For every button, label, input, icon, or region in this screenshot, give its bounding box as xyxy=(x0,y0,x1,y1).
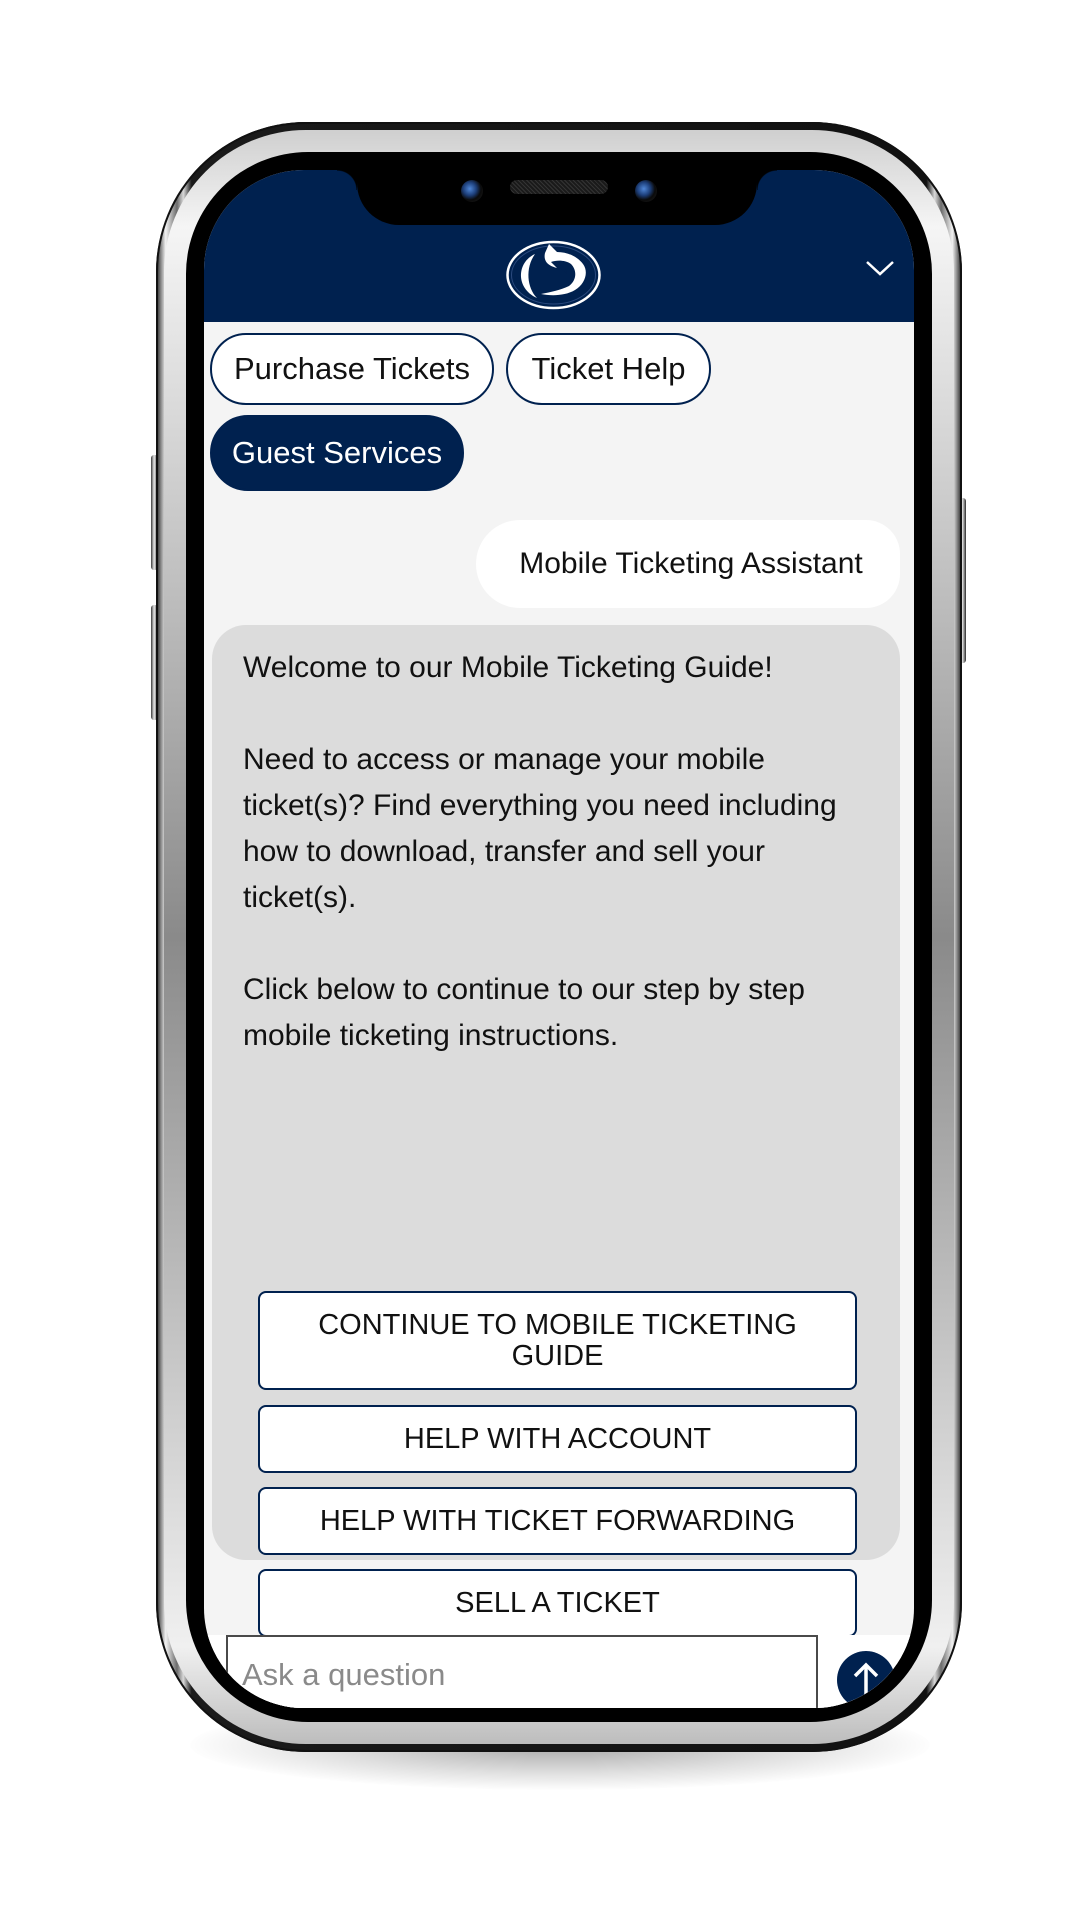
chip-ticket-help[interactable]: Ticket Help xyxy=(506,333,711,405)
chat-header xyxy=(204,170,914,322)
earpiece-speaker xyxy=(510,180,608,194)
button-label: HELP WITH ACCOUNT xyxy=(403,1422,712,1455)
chip-purchase-tickets[interactable]: Purchase Tickets xyxy=(210,333,494,405)
sell-a-ticket-button[interactable]: SELL A TICKET xyxy=(258,1569,857,1637)
bot-paragraph-welcome: Welcome to our Mobile Ticketing Guide! xyxy=(243,651,773,684)
front-camera-icon xyxy=(461,180,483,202)
message-composer xyxy=(204,1635,914,1708)
chip-label: Guest Services xyxy=(231,435,443,470)
button-label: CONTINUE TO MOBILE TICKETING GUIDE xyxy=(318,1308,797,1372)
bot-message-text: Welcome to our Mobile Ticketing Guide! N… xyxy=(243,645,873,1059)
chevron-down-icon[interactable] xyxy=(864,258,896,278)
button-label: SELL A TICKET xyxy=(455,1586,660,1619)
continue-to-guide-button[interactable]: CONTINUE TO MOBILE TICKETING GUIDE xyxy=(258,1291,857,1390)
user-message-bubble: Mobile Ticketing Assistant xyxy=(476,520,900,608)
ask-question-input[interactable] xyxy=(226,1635,818,1708)
arrow-up-icon xyxy=(853,1662,879,1695)
chip-guest-services[interactable]: Guest Services xyxy=(210,415,464,491)
sensor-icon xyxy=(635,180,657,202)
user-message-text: Mobile Ticketing Assistant xyxy=(519,547,863,580)
send-button[interactable] xyxy=(837,1651,895,1708)
nittany-lion-logo xyxy=(506,240,601,310)
chip-label: Purchase Tickets xyxy=(233,351,471,386)
phone-frame: Purchase Tickets Ticket Help Guest Servi… xyxy=(156,122,962,1752)
help-with-ticket-forwarding-button[interactable]: HELP WITH TICKET FORWARDING xyxy=(258,1487,857,1555)
bot-paragraph-description: Need to access or manage your mobile tic… xyxy=(243,743,837,914)
bot-message-bubble: Welcome to our Mobile Ticketing Guide! N… xyxy=(212,625,900,1708)
button-label: HELP WITH TICKET FORWARDING xyxy=(319,1504,796,1537)
help-with-account-button[interactable]: HELP WITH ACCOUNT xyxy=(258,1405,857,1473)
bot-paragraph-instructions: Click below to continue to our step by s… xyxy=(243,973,805,1052)
chip-label: Ticket Help xyxy=(531,351,686,386)
phone-screen: Purchase Tickets Ticket Help Guest Servi… xyxy=(204,170,914,1708)
phone-notch xyxy=(337,170,777,225)
